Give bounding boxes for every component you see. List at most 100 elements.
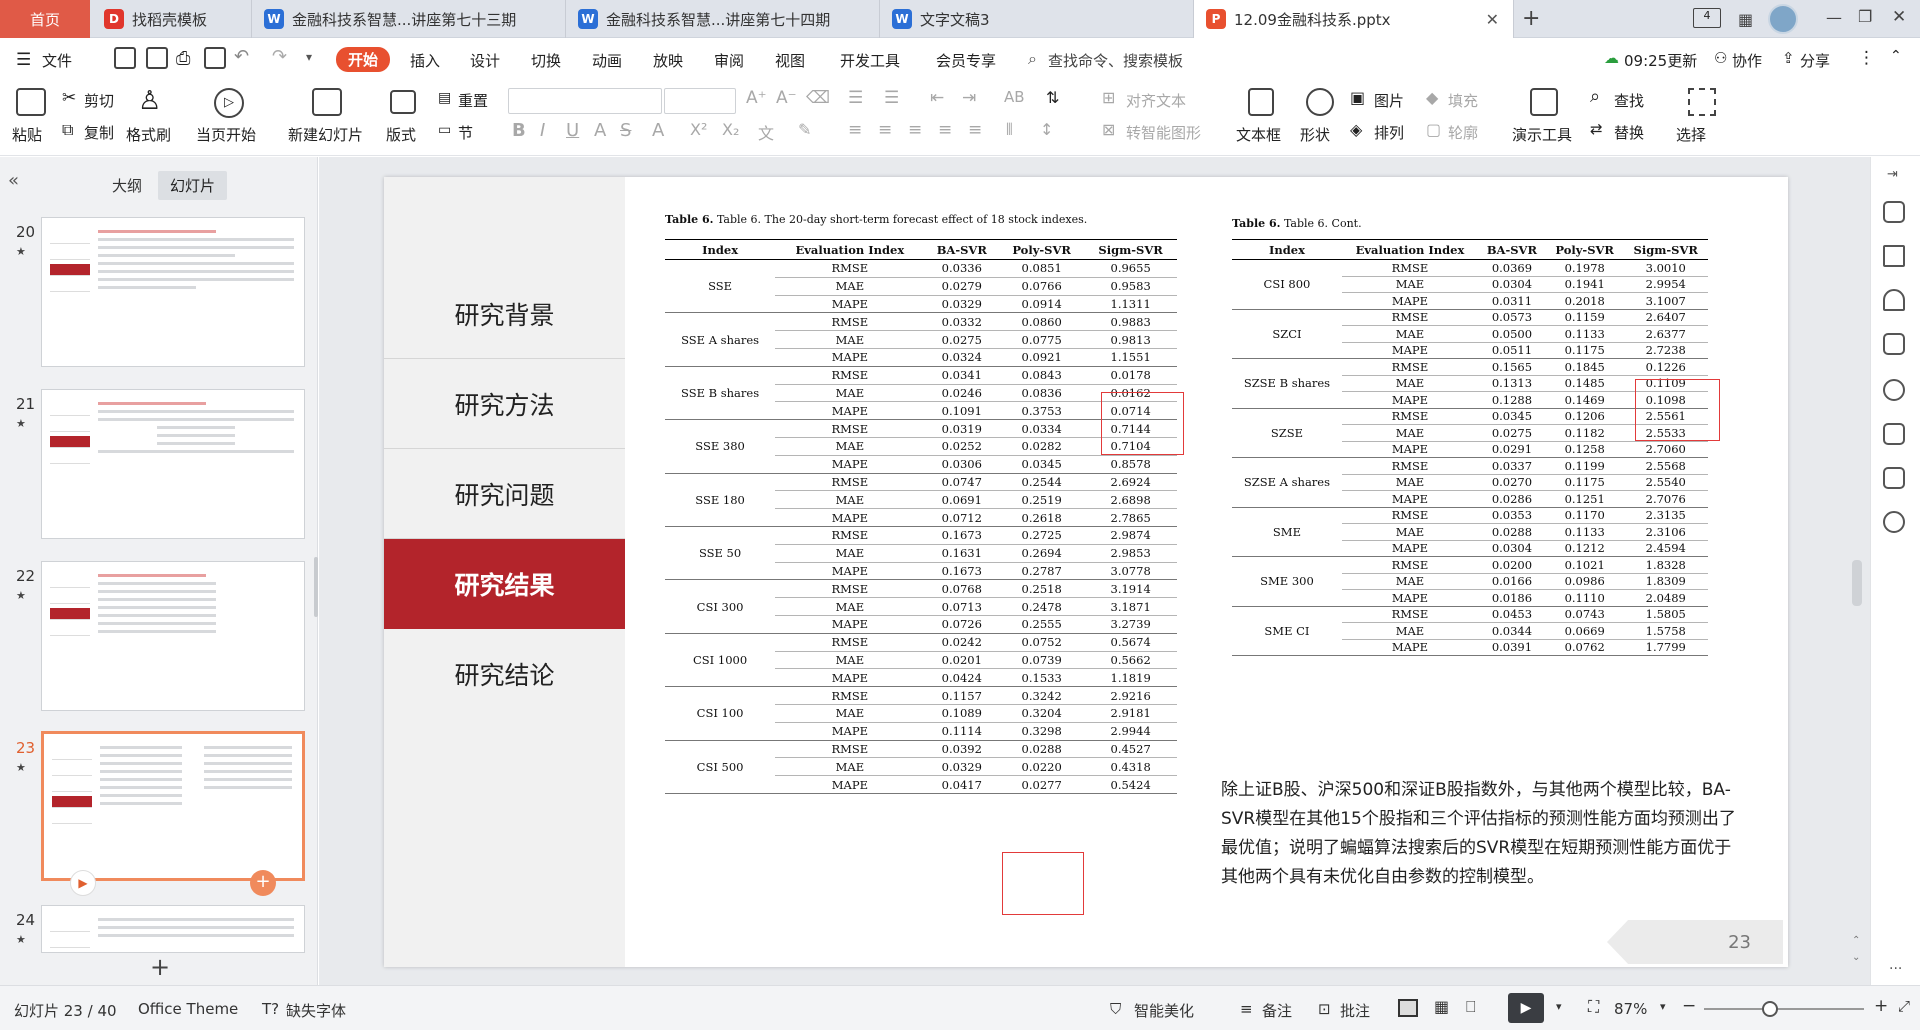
undo-icon[interactable]: ↶ bbox=[234, 46, 249, 67]
close-window-icon[interactable]: ✕ bbox=[1892, 7, 1906, 27]
smart-shape-button[interactable]: 转智能图形 bbox=[1126, 122, 1201, 143]
select-button[interactable]: 选择 bbox=[1676, 124, 1706, 145]
redo-icon[interactable]: ↷ bbox=[272, 46, 287, 67]
play-thumb-icon[interactable]: ▶ bbox=[70, 870, 96, 896]
align-text-button[interactable]: 对齐文本 bbox=[1126, 90, 1186, 111]
tab-doc-73[interactable]: W 金融科技系智慧...讲座第七十三期 bbox=[252, 0, 566, 38]
collapse-ribbon-icon[interactable]: ⌃ bbox=[1890, 48, 1902, 64]
play-slideshow-icon[interactable]: ▶ bbox=[1508, 993, 1544, 1023]
panel-scrollbar[interactable] bbox=[314, 557, 318, 617]
cut-button[interactable]: 剪切 bbox=[84, 90, 114, 111]
menu-dev-tools[interactable]: 开发工具 bbox=[840, 50, 900, 71]
find-button[interactable]: 查找 bbox=[1614, 90, 1644, 111]
align-right-icon[interactable]: ≡ bbox=[908, 120, 922, 140]
indent-increase-icon[interactable]: ⇥ bbox=[962, 88, 976, 108]
copy-button[interactable]: 复制 bbox=[84, 122, 114, 143]
column-icon[interactable]: ⫴ bbox=[1006, 120, 1013, 140]
superscript-icon[interactable]: X² bbox=[690, 120, 707, 139]
menu-view[interactable]: 视图 bbox=[775, 50, 805, 71]
hamburger-icon[interactable]: ☰ bbox=[16, 50, 31, 70]
copy-panel-icon[interactable] bbox=[1883, 333, 1905, 355]
menu-start[interactable]: 开始 bbox=[336, 47, 391, 72]
menu-design[interactable]: 设计 bbox=[470, 50, 500, 71]
update-status[interactable]: 09:25更新 bbox=[1624, 50, 1697, 71]
missing-font-button[interactable]: 缺失字体 bbox=[286, 1000, 346, 1021]
slide-thumbnail-current[interactable]: ▶ + bbox=[41, 731, 305, 896]
smart-beautify-button[interactable]: 智能美化 bbox=[1134, 1000, 1194, 1021]
paste-button[interactable]: 粘贴 bbox=[12, 124, 42, 145]
image-tool-icon[interactable] bbox=[1883, 423, 1905, 445]
textbox-button[interactable]: 文本框 bbox=[1236, 124, 1281, 145]
menu-animation[interactable]: 动画 bbox=[592, 50, 622, 71]
notes-button[interactable]: 备注 bbox=[1262, 1000, 1292, 1021]
play-dropdown-icon[interactable]: ▾ bbox=[1556, 1000, 1562, 1013]
numbering-icon[interactable]: ☰ bbox=[884, 88, 899, 108]
help-icon[interactable] bbox=[1883, 379, 1905, 401]
tab-docer-templates[interactable]: D 找稻壳模板 bbox=[92, 0, 252, 38]
grid-view-icon[interactable]: ▦ bbox=[1738, 10, 1753, 29]
slide-23[interactable]: 研究背景 研究方法 研究问题 研究结果 研究结论 Table 6. Table … bbox=[384, 177, 1788, 967]
add-slide-bottom-icon[interactable]: + bbox=[150, 953, 170, 981]
shape-button[interactable]: 形状 bbox=[1300, 124, 1330, 145]
book-icon[interactable] bbox=[1883, 467, 1905, 489]
slide-thumbnail[interactable] bbox=[41, 389, 305, 539]
layout-button[interactable]: 版式 bbox=[386, 124, 416, 145]
tab-text-doc-3[interactable]: W 文字文稿3 bbox=[880, 0, 1194, 38]
slide-thumbnail[interactable] bbox=[41, 905, 305, 953]
close-tab-icon[interactable]: ✕ bbox=[1486, 10, 1499, 29]
tab-doc-74[interactable]: W 金融科技系智慧...讲座第七十四期 bbox=[566, 0, 880, 38]
phonetic-icon[interactable]: 文 bbox=[758, 120, 774, 144]
minimize-icon[interactable]: — bbox=[1826, 8, 1842, 27]
print-icon[interactable]: ⎙ bbox=[176, 48, 190, 69]
slides-tab[interactable]: 幻灯片 bbox=[158, 171, 228, 200]
zoom-out-icon[interactable]: − bbox=[1682, 996, 1696, 1016]
zoom-slider-thumb[interactable] bbox=[1762, 1001, 1778, 1017]
prev-slide-icon[interactable]: ⌃ bbox=[1852, 935, 1860, 946]
shadow-text-icon[interactable]: A bbox=[594, 120, 606, 141]
menu-switch[interactable]: 切换 bbox=[531, 50, 561, 71]
settings-icon[interactable] bbox=[1883, 511, 1905, 533]
sorter-view-icon[interactable]: ▦ bbox=[1434, 997, 1449, 1016]
save-icon[interactable] bbox=[114, 47, 136, 69]
user-avatar[interactable] bbox=[1768, 4, 1798, 34]
theme-name[interactable]: Office Theme bbox=[138, 1000, 238, 1018]
subscript-icon[interactable]: X₂ bbox=[722, 120, 739, 139]
play-from-current-button[interactable]: 当页开始 bbox=[196, 124, 256, 145]
justify-icon[interactable]: ≡ bbox=[938, 120, 952, 140]
strikethrough-icon[interactable]: S bbox=[620, 120, 631, 141]
collab-button[interactable]: 协作 bbox=[1732, 50, 1762, 71]
bullets-icon[interactable]: ☰ bbox=[848, 88, 863, 108]
fit-window-icon[interactable]: ⛶ bbox=[1588, 997, 1599, 1017]
align-center-icon[interactable]: ≡ bbox=[878, 120, 892, 140]
menu-review[interactable]: 审阅 bbox=[714, 50, 744, 71]
outline-tab[interactable]: 大纲 bbox=[112, 175, 142, 196]
bold-icon[interactable]: B bbox=[512, 120, 526, 141]
more-icon[interactable]: ⋮ bbox=[1858, 48, 1875, 68]
zoom-slider-track[interactable] bbox=[1704, 1008, 1864, 1010]
reading-view-icon[interactable]: ⎕ bbox=[1466, 997, 1476, 1017]
export-pdf-icon[interactable] bbox=[146, 47, 168, 69]
tab-count-icon[interactable]: 4 bbox=[1693, 8, 1721, 28]
paste-icon[interactable] bbox=[16, 88, 46, 116]
star-icon[interactable] bbox=[1883, 289, 1905, 311]
slide-thumbnail[interactable] bbox=[41, 561, 305, 711]
restore-icon[interactable]: ❐ bbox=[1858, 7, 1872, 26]
collapse-sidebar-icon[interactable]: ⇥ bbox=[1887, 167, 1898, 182]
adjust-icon[interactable] bbox=[1883, 245, 1905, 267]
menu-file[interactable]: 文件 bbox=[42, 50, 72, 71]
tab-home[interactable]: 首页 bbox=[0, 0, 90, 38]
text-direction-icon[interactable]: AB bbox=[1004, 88, 1025, 106]
new-slide-button[interactable]: 新建幻灯片 bbox=[288, 124, 363, 145]
normal-view-icon[interactable] bbox=[1398, 999, 1418, 1017]
distribute-icon[interactable]: ≡ bbox=[968, 120, 982, 140]
replace-button[interactable]: 替换 bbox=[1614, 122, 1644, 143]
zoom-dropdown-icon[interactable]: ▾ bbox=[1660, 1000, 1666, 1013]
section-button[interactable]: 节 bbox=[458, 122, 473, 143]
fullscreen-icon[interactable]: ⤢ bbox=[1898, 997, 1910, 1015]
command-search[interactable]: 查找命令、搜索模板 bbox=[1048, 50, 1183, 71]
picture-button[interactable]: 图片 bbox=[1374, 90, 1404, 111]
para-spacing-icon[interactable]: ↕ bbox=[1040, 120, 1053, 139]
font-shrink-icon[interactable]: A⁻ bbox=[776, 88, 797, 108]
reset-button[interactable]: 重置 bbox=[458, 90, 488, 111]
indent-decrease-icon[interactable]: ⇤ bbox=[930, 88, 944, 108]
